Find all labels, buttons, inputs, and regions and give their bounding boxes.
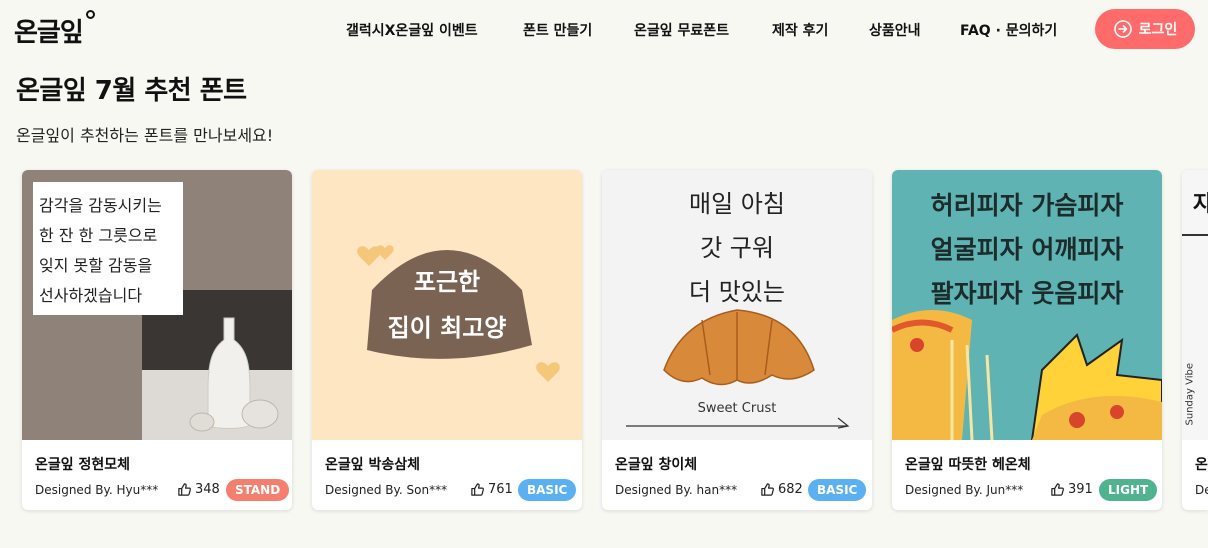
plan-badge: STAND: [226, 479, 290, 501]
preview-line: 팔자피자 웃음피자: [930, 279, 1124, 308]
header: 온글잎 갤럭시X온글잎 이벤트 폰트 만들기 온글잎 무료폰트 제작 후기 상품…: [0, 0, 1208, 60]
like-count-value: 348: [195, 482, 220, 497]
font-preview-image: 감각을 감동시키는 한 잔 한 그릇으로 잊지 못할 감동을 선사하겠습니다: [22, 170, 292, 440]
like-count-value: 682: [778, 482, 803, 497]
login-button[interactable]: 로그인: [1095, 9, 1195, 49]
login-icon: [1113, 20, 1132, 38]
vase-icon: [189, 317, 279, 432]
designer-credit: De: [1195, 483, 1208, 497]
nav-item-faq[interactable]: FAQ · 문의하기: [960, 20, 1057, 40]
like-count[interactable]: 682: [760, 482, 803, 497]
like-count-value: 391: [1068, 482, 1093, 497]
preview-caption: Sweet Crust: [697, 401, 777, 416]
plan-badge: LIGHT: [1099, 479, 1158, 501]
preview-line: 잊지 못할 감동을: [39, 256, 153, 275]
house-illustration: [357, 245, 560, 382]
nav-item-products[interactable]: 상품안내: [869, 20, 921, 40]
preview-line: 한 잔 한 그릇으로: [39, 226, 158, 245]
page-subtitle: 온글잎이 추천하는 폰트를 만나보세요!: [16, 126, 274, 145]
nav-item-make-font[interactable]: 폰트 만들기: [523, 20, 592, 40]
thumbs-up-icon: [471, 483, 484, 496]
font-preview-image: 허리피자 가슴피자 얼굴피자 어깨피자 팔자피자 웃음피자: [892, 170, 1162, 440]
font-name: 온: [1195, 457, 1208, 473]
font-card-jeonghyeonmo[interactable]: 감각을 감동시키는 한 잔 한 그릇으로 잊지 못할 감동을 선사하겠습니다 온…: [22, 170, 292, 510]
preview-side-text: Sunday Vibe: [1184, 363, 1196, 426]
preview-line: 집이 최고양: [387, 314, 507, 342]
font-preview-image: 자 Sunday Vibe: [1182, 170, 1208, 440]
font-card-ttatteuthan-heon[interactable]: 허리피자 가슴피자 얼굴피자 어깨피자 팔자피자 웃음피자 온글잎 따뜻한 헤온…: [892, 170, 1162, 510]
preview-line: 선사하겠습니다: [39, 286, 143, 305]
font-preview-image: 매일 아침 갓 구워 더 맛있는 Sweet Crust: [602, 170, 872, 440]
page-title: 온글잎 7월 추천 폰트: [16, 76, 247, 106]
like-count[interactable]: 348: [177, 482, 220, 497]
thumbs-up-icon: [1051, 483, 1064, 496]
font-name: 온글잎 박송삼체: [325, 457, 421, 473]
like-count-value: 761: [488, 482, 513, 497]
font-name: 온글잎 따뜻한 헤온체: [905, 457, 1031, 473]
like-count[interactable]: 761: [470, 482, 513, 497]
preview-line: 얼굴피자 어깨피자: [930, 235, 1124, 264]
logo[interactable]: 온글잎: [14, 12, 84, 49]
font-preview-image: 포근한 집이 최고양: [312, 170, 582, 440]
logo-dot-icon: [86, 10, 95, 19]
nav-item-free-fonts[interactable]: 온글잎 무료폰트: [634, 20, 729, 40]
preview-line: 감각을 감동시키는: [39, 196, 162, 215]
font-card-changi[interactable]: 매일 아침 갓 구워 더 맛있는 Sweet Crust 온글잎 창이체 Des…: [602, 170, 872, 510]
nav-item-reviews[interactable]: 제작 후기: [772, 20, 828, 40]
font-name: 온글잎 창이체: [615, 457, 698, 473]
font-card-partial[interactable]: 자 Sunday Vibe 온 De: [1182, 170, 1208, 510]
preview-line: 포근한: [413, 268, 481, 296]
thumbs-up-icon: [178, 483, 191, 496]
plan-badge: BASIC: [808, 479, 867, 501]
designer-credit: Designed By. Jun***: [905, 483, 1024, 497]
plan-badge: BASIC: [518, 479, 577, 501]
preview-line: 자: [1193, 192, 1208, 217]
designer-credit: Designed By. Son***: [325, 483, 448, 497]
thumbs-up-icon: [761, 483, 774, 496]
preview-line: 허리피자 가슴피자: [930, 191, 1124, 220]
nav-item-event[interactable]: 갤럭시X온글잎 이벤트: [346, 20, 478, 40]
like-count[interactable]: 391: [1050, 482, 1093, 497]
font-card-baksongsam[interactable]: 포근한 집이 최고양 온글잎 박송삼체 Designed By. Son*** …: [312, 170, 582, 510]
croissant-illustration: [626, 309, 850, 429]
designer-credit: Designed By. han***: [615, 483, 738, 497]
designer-credit: Designed By. Hyu***: [35, 483, 159, 497]
login-label: 로그인: [1138, 22, 1178, 38]
font-name: 온글잎 정현모체: [35, 457, 131, 473]
